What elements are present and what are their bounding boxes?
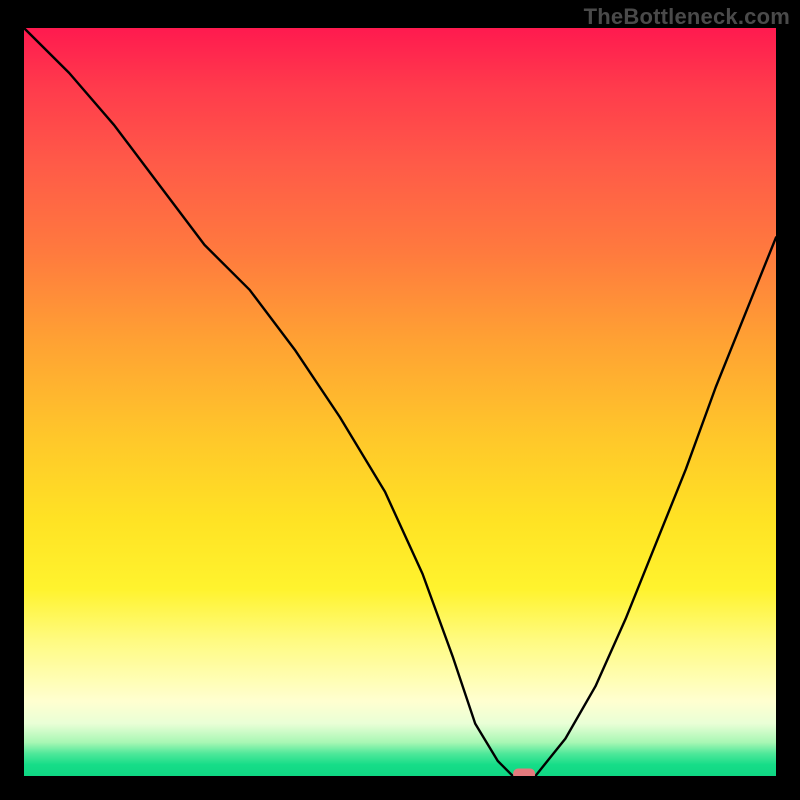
chart-frame: TheBottleneck.com	[0, 0, 800, 800]
minimum-marker	[513, 769, 535, 777]
plot-area	[24, 28, 776, 776]
curve-svg	[24, 28, 776, 776]
bottleneck-curve	[24, 28, 776, 776]
watermark-text: TheBottleneck.com	[584, 4, 790, 30]
